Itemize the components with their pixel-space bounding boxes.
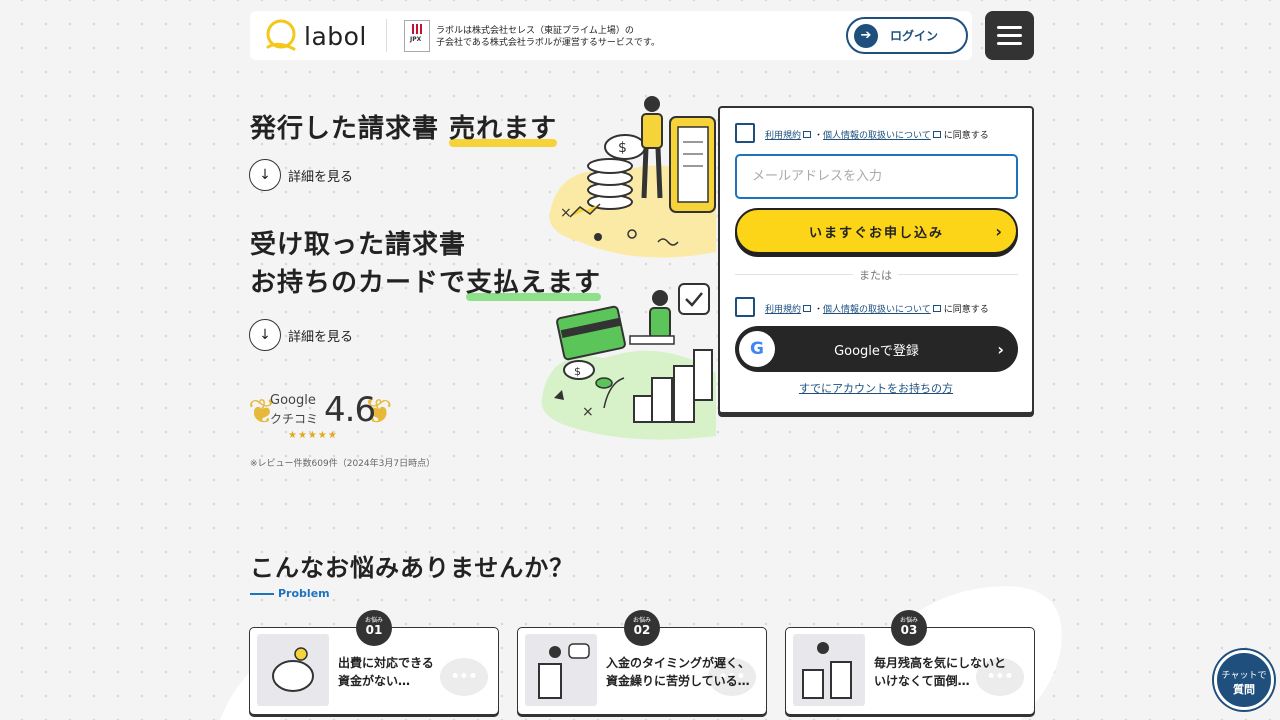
corp-notice: ラボルは株式会社セレス（東証プライム上場）の 子会社である株式会社ラボルが運営す… [436, 26, 661, 48]
down-arrow-icon: ↓ [249, 159, 281, 191]
terms-text-1: 利用規約 ・ 個人情報の取扱いについて に同意する [765, 128, 989, 141]
google-g-icon: G [739, 331, 775, 367]
invoice-sale-illustration: $ × [549, 96, 716, 258]
header-divider [386, 19, 387, 52]
problem-badge-2: お悩み 02 [624, 610, 660, 646]
chevron-right-icon: › [995, 221, 1002, 241]
terms-link[interactable]: 利用規約 [765, 128, 801, 141]
google-rating-badge: ❦ ❦ Google クチコミ 4.6 ★★★★★ [248, 388, 394, 444]
svg-text:×: × [560, 205, 572, 221]
down-arrow-icon: ↓ [249, 319, 281, 351]
svg-text:$: $ [618, 140, 627, 156]
highlight-text: 支払えます [466, 264, 602, 302]
detail-link-pay[interactable]: ↓ 詳細を見る [249, 319, 353, 351]
hamburger-icon [997, 26, 1022, 29]
detail-link-sell[interactable]: ↓ 詳細を見る [249, 159, 353, 191]
privacy-link[interactable]: 個人情報の取扱いについて [823, 128, 931, 141]
labol-logo[interactable]: labol [264, 19, 376, 53]
apply-now-button[interactable]: いますぐお申し込み › [735, 208, 1018, 254]
signup-form-card: 利用規約 ・ 個人情報の取扱いについて に同意する いますぐお申し込み › また… [718, 106, 1034, 414]
privacy-link[interactable]: 個人情報の取扱いについて [823, 302, 931, 315]
external-link-icon [803, 131, 812, 138]
chevron-right-icon: › [997, 339, 1004, 359]
problem-badge-3: お悩み 03 [891, 610, 927, 646]
star-rating-icon: ★★★★★ [288, 430, 338, 441]
login-arrow-icon: ➔ [854, 23, 878, 48]
rating-value: 4.6 [324, 390, 376, 430]
existing-account-link[interactable]: すでにアカウントをお持ちの方 [720, 380, 1032, 396]
or-label: または [853, 267, 898, 283]
problem-badge-1: お悩み 01 [356, 610, 392, 646]
chat-question-button[interactable]: チャットで 質問 [1214, 650, 1274, 710]
svg-text:$: $ [574, 365, 581, 378]
svg-text:×: × [582, 404, 594, 420]
external-link-icon [932, 131, 941, 138]
checking-balance-illustration [793, 634, 865, 706]
logo-text: labol [304, 21, 367, 51]
speech-bubble-icon: ••• [440, 658, 488, 696]
highlight-text: 売れます [449, 110, 558, 148]
jpx-label: JPX [410, 36, 422, 43]
hero-heading-sell: 発行した請求書 売れます [250, 110, 558, 148]
problems-title: こんなお悩みありませんか？ [250, 554, 575, 582]
terms-text-2: 利用規約 ・ 個人情報の取扱いについて に同意する [765, 302, 989, 315]
login-label: ログイン [890, 29, 939, 43]
email-input[interactable] [735, 154, 1018, 199]
terms-checkbox-1[interactable] [735, 123, 755, 143]
terms-link[interactable]: 利用規約 [765, 302, 801, 315]
problem-text: 入金のタイミングが遅く、 資金繰りに苦労している… [606, 656, 751, 688]
site-header: labol JPX ラボルは株式会社セレス（東証プライム上場）の 子会社である株… [250, 11, 972, 60]
review-note: ※レビュー件数609件（2024年3月7日時点） [250, 459, 436, 469]
logo-ring-icon [266, 19, 296, 51]
piggy-bank-illustration [257, 634, 329, 706]
terms-checkbox-2[interactable] [735, 297, 755, 317]
rating-label: クチコミ [270, 412, 319, 426]
google-signup-button[interactable]: G Googleで登録 › [735, 326, 1018, 372]
problem-text: 毎月残高を気にしないと いけなくて面倒… [874, 656, 1007, 688]
waiting-person-illustration [525, 634, 597, 706]
login-button[interactable]: ➔ ログイン [846, 17, 968, 54]
problems-subtitle: Problem [250, 587, 330, 600]
problem-text: 出費に対応できる 資金がない… [338, 656, 434, 688]
external-link-icon [932, 305, 941, 312]
external-link-icon [803, 305, 812, 312]
card-payment-illustration: $ × [541, 283, 716, 440]
rating-brand: Google [270, 393, 316, 408]
jpx-prime-logo: JPX [404, 20, 430, 52]
hamburger-menu-button[interactable] [985, 11, 1034, 60]
